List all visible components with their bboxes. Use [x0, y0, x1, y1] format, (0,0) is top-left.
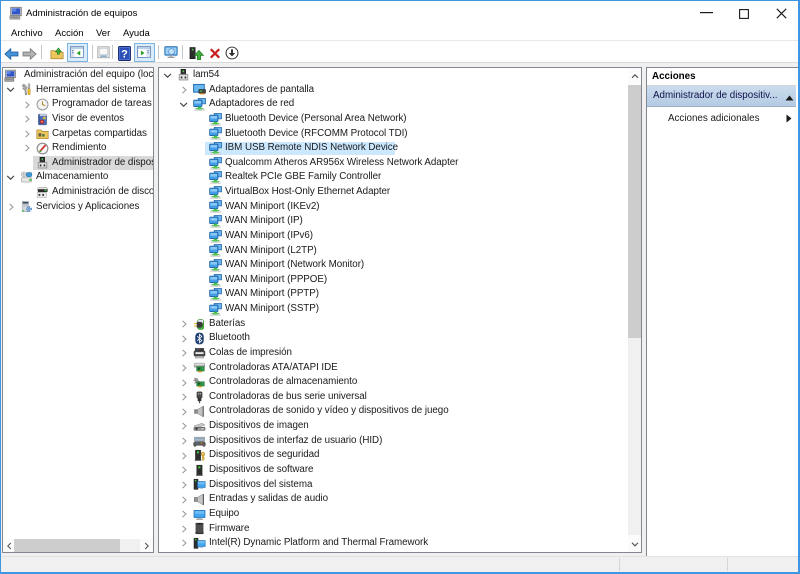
svg-text:?: ?: [121, 48, 128, 60]
